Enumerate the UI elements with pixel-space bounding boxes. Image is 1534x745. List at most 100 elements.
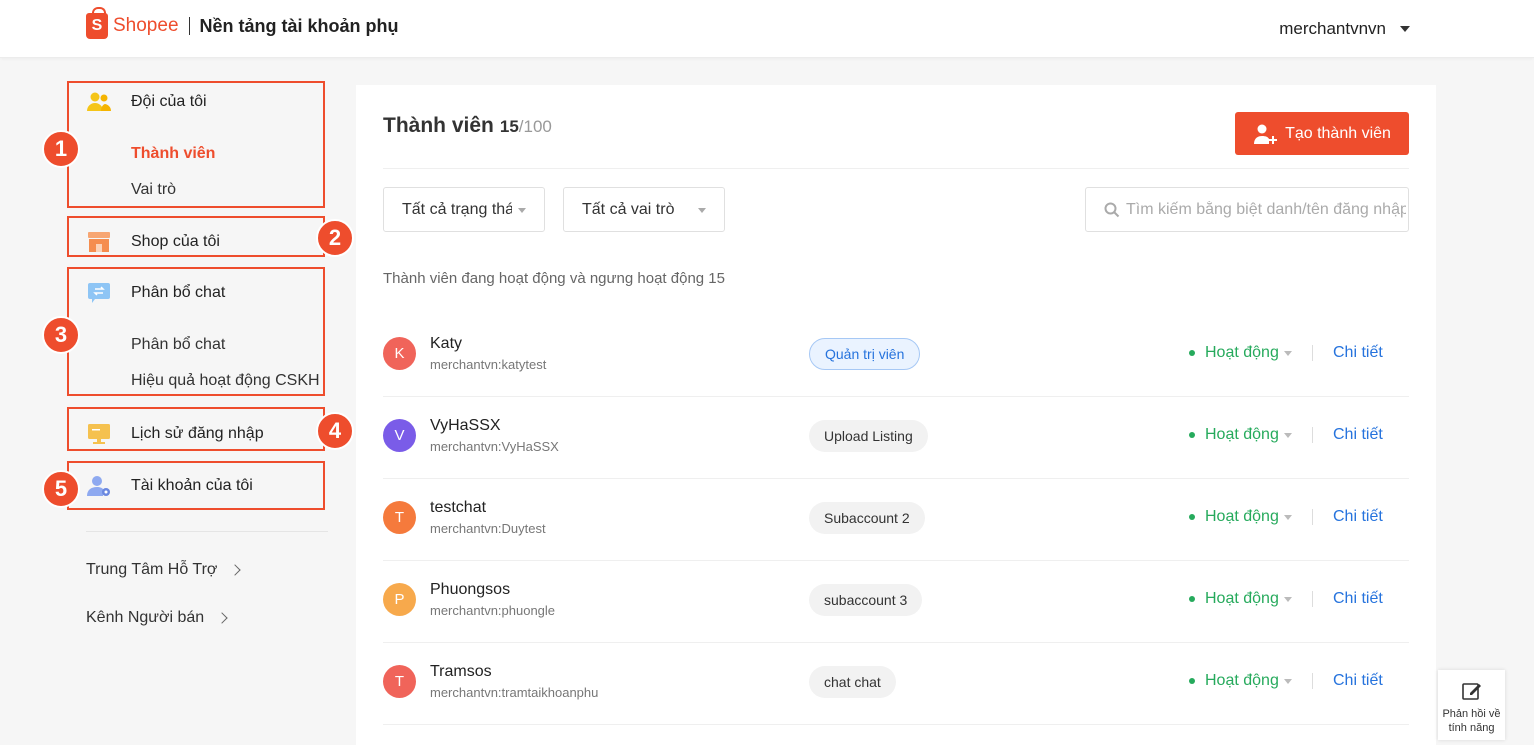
top-bar: S Shopee Nền tảng tài khoản phụ merchant…	[0, 0, 1534, 58]
status-dot-icon	[1189, 432, 1195, 438]
member-nickname: testchat	[430, 499, 487, 516]
status-dropdown[interactable]: Hoạt động	[1189, 590, 1292, 608]
sidebar-item-shop[interactable]: Shop của tôi	[86, 231, 220, 253]
avatar: T	[383, 665, 416, 698]
feature-feedback-button[interactable]: Phản hồi về tính năng	[1438, 670, 1505, 740]
role-tag: chat chat	[809, 666, 896, 698]
page-title-text: Thành viên	[383, 114, 494, 137]
action-divider	[1312, 509, 1313, 525]
caret-down-icon	[1283, 350, 1292, 356]
chevron-right-icon	[229, 564, 242, 576]
page-title: Thành viên 15/100	[383, 114, 552, 138]
action-divider	[1312, 591, 1313, 607]
sidebar-sub-cs-performance[interactable]: Hiệu quả hoạt động CSKH	[131, 372, 320, 390]
feedback-label-line2: tính năng	[1448, 722, 1495, 734]
caret-down-icon	[518, 208, 526, 213]
member-count: 15	[499, 117, 519, 136]
member-username: merchantvn:VyHaSSX	[430, 439, 559, 454]
chat-transfer-icon	[86, 282, 112, 304]
shop-icon	[86, 231, 112, 253]
step-badge-5: 5	[42, 470, 80, 508]
members-panel: Thành viên 15/100 Tạo thành viên Tất cả t…	[356, 85, 1436, 745]
avatar: P	[383, 583, 416, 616]
caret-down-icon	[1283, 514, 1292, 520]
status-filter-select[interactable]: Tất cả trạng thái	[383, 187, 545, 232]
shopee-bag-icon: S	[86, 7, 108, 39]
user-settings-icon	[86, 475, 112, 497]
status-label: Hoạt động	[1205, 344, 1279, 361]
status-dropdown[interactable]: Hoạt động	[1189, 426, 1292, 444]
detail-link[interactable]: Chi tiết	[1333, 344, 1383, 362]
monitor-icon	[86, 423, 112, 445]
status-dropdown[interactable]: Hoạt động	[1189, 508, 1292, 526]
role-tag: Subaccount 2	[809, 502, 925, 534]
sidebar-item-label: Lịch sử đăng nhập	[131, 425, 264, 442]
caret-down-icon	[1283, 596, 1292, 602]
header-divider	[383, 168, 1409, 169]
create-member-button[interactable]: Tạo thành viên	[1235, 112, 1409, 155]
shopee-logo[interactable]: S Shopee Nền tảng tài khoản phụ	[86, 7, 399, 39]
members-summary: Thành viên đang hoạt động và ngưng hoạt …	[383, 270, 725, 287]
link-label: Trung Tâm Hỗ Trợ	[86, 561, 218, 578]
detail-link[interactable]: Chi tiết	[1333, 672, 1383, 690]
status-dot-icon	[1189, 596, 1195, 602]
member-row: P Phuongsos merchantvn:phuongle subaccou…	[383, 561, 1409, 643]
platform-title: Nền tảng tài khoản phụ	[199, 15, 399, 36]
detail-link[interactable]: Chi tiết	[1333, 590, 1383, 608]
caret-down-icon	[1283, 432, 1292, 438]
role-tag: subaccount 3	[809, 584, 923, 616]
caret-down-icon	[698, 208, 706, 213]
sidebar-item-label: Phân bổ chat	[131, 284, 226, 301]
member-row: K Katy merchantvn:katytest Quản trị viên…	[383, 315, 1409, 397]
status-label: Hoạt động	[1205, 672, 1279, 689]
member-nickname: Katy	[430, 335, 463, 352]
account-menu[interactable]: merchantvnvn	[1279, 19, 1410, 39]
status-label: Hoạt động	[1205, 508, 1279, 525]
sidebar: 1 2 3 4 5 Đội của tôi Thành viên Vai trò…	[0, 59, 356, 745]
member-limit: /100	[518, 117, 552, 136]
member-nickname: VyHaSSX	[430, 417, 501, 434]
link-help-center[interactable]: Trung Tâm Hỗ Trợ	[86, 561, 242, 579]
detail-link[interactable]: Chi tiết	[1333, 426, 1383, 444]
avatar: T	[383, 501, 416, 534]
member-row: T testchat merchantvn:Duytest Subaccount…	[383, 479, 1409, 561]
member-row: V VyHaSSX merchantvn:VyHaSSX Upload List…	[383, 397, 1409, 479]
sidebar-sub-members[interactable]: Thành viên	[131, 145, 215, 163]
caret-down-icon	[1400, 26, 1410, 32]
role-filter-select[interactable]: Tất cả vai trò	[563, 187, 725, 232]
action-divider	[1312, 345, 1313, 361]
sidebar-item-login-history[interactable]: Lịch sử đăng nhập	[86, 423, 264, 445]
step-badge-3: 3	[42, 316, 80, 354]
sidebar-sub-chat-allocation[interactable]: Phân bổ chat	[131, 336, 225, 354]
sidebar-item-chat-allocation[interactable]: Phân bổ chat	[86, 282, 225, 304]
status-filter-value: Tất cả trạng thái	[402, 200, 512, 218]
sidebar-item-my-account[interactable]: Tài khoản của tôi	[86, 475, 253, 497]
account-name: merchantvnvn	[1279, 19, 1386, 38]
team-icon	[86, 91, 112, 113]
sidebar-item-team[interactable]: Đội của tôi	[86, 91, 207, 113]
sidebar-sub-roles[interactable]: Vai trò	[131, 181, 176, 199]
edit-icon	[1461, 683, 1481, 700]
detail-link[interactable]: Chi tiết	[1333, 508, 1383, 526]
member-username: merchantvn:tramtaikhoanphu	[430, 685, 599, 700]
add-user-icon	[1254, 124, 1278, 144]
create-member-label: Tạo thành viên	[1285, 124, 1391, 142]
logo-divider	[188, 17, 190, 35]
search-field[interactable]	[1085, 187, 1409, 232]
member-nickname: Phuongsos	[430, 581, 511, 598]
member-row: T Tramsos merchantvn:tramtaikhoanphu cha…	[383, 643, 1409, 725]
link-seller-centre[interactable]: Kênh Người bán	[86, 609, 228, 627]
status-dropdown[interactable]: Hoạt động	[1189, 344, 1292, 362]
sidebar-item-label: Đội của tôi	[131, 93, 207, 110]
step-badge-1: 1	[42, 130, 80, 168]
chevron-right-icon	[216, 612, 228, 624]
action-divider	[1312, 673, 1313, 689]
member-nickname: Tramsos	[430, 663, 492, 680]
status-dropdown[interactable]: Hoạt động	[1189, 672, 1292, 690]
status-dot-icon	[1189, 350, 1195, 356]
status-dot-icon	[1189, 514, 1195, 520]
status-label: Hoạt động	[1205, 426, 1279, 443]
avatar: K	[383, 337, 416, 370]
action-divider	[1312, 427, 1313, 443]
search-input[interactable]	[1126, 200, 1406, 219]
